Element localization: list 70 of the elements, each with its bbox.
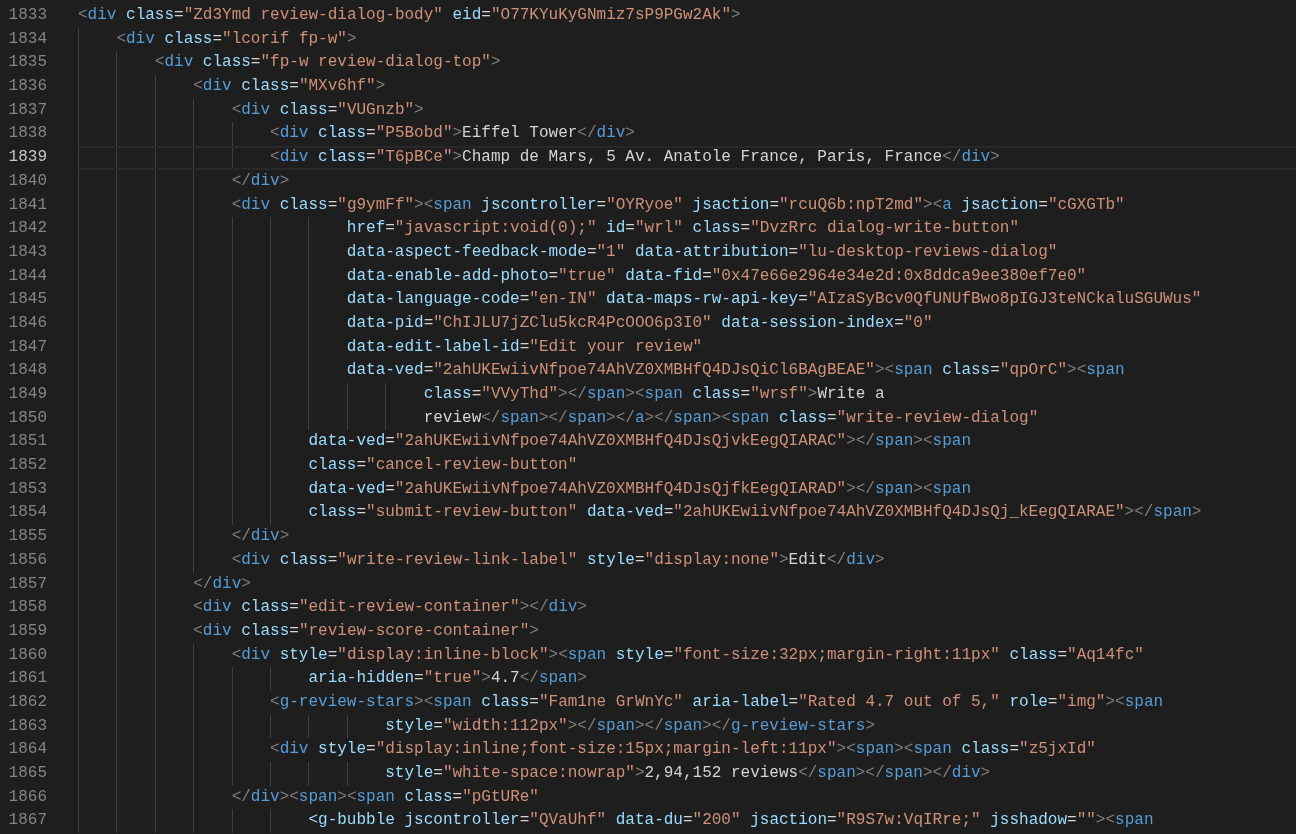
- code-line: </div><span><span class="pGtURe": [78, 785, 1296, 810]
- code-line: review</span></span></a></span><span class="write-review-dialog": [78, 406, 1296, 431]
- line-number: 1853: [7, 478, 47, 500]
- line-number: 1864: [7, 739, 47, 761]
- code-line: <div class="edit-review-container"></div>: [78, 596, 1296, 620]
- code-line: </div>: [78, 525, 1296, 549]
- line-number: 1866: [7, 786, 47, 808]
- code-line: </div>: [78, 572, 1296, 597]
- line-number: 1835: [7, 52, 47, 74]
- line-number: 1862: [7, 691, 47, 713]
- line-number: 1854: [7, 502, 47, 524]
- code-line: data-enable-add-photo="true" data-fid="0x47e66e2964e34e2d:0x8ddca9ee380ef7e0": [78, 264, 1296, 289]
- code-line: data-language-code="en-IN" data-maps-rw-api-key="AIzaSyBcv0QfUNUfBwo8pIGJ3teNCkaluSGUWus": [78, 288, 1296, 312]
- code-line: <div class="g9ymFf"><span jscontroller="OYRyoe" jsaction="rcuQ6b:npT2md"><a jsaction="cGXGTb": [78, 193, 1296, 218]
- code-line: <div class="P5Bobd">Eiffel Tower</div>: [78, 122, 1296, 147]
- code-line: <div class="VUGnzb">: [78, 98, 1296, 123]
- code-line: <div style="display:inline;font-size:15px;margin-left:11px"><span><span class="z5jxId": [78, 738, 1296, 762]
- line-number: 1867: [7, 810, 47, 832]
- code-line: data-pid="ChIJLU7jZClu5kcR4PcOOO6p3I0" data-session-index="0": [78, 311, 1296, 336]
- line-number: 1843: [7, 241, 47, 263]
- line-number: 1859: [7, 620, 47, 642]
- code-line: data-aspect-feedback-mode="1" data-attribution="lu-desktop-reviews-dialog": [78, 240, 1296, 265]
- code-line: <div class="lcorif fp-w">: [78, 27, 1296, 52]
- line-number: 1838: [7, 123, 47, 145]
- line-number: 1840: [7, 170, 47, 192]
- code-line: aria-hidden="true">4.7</span>: [78, 667, 1296, 691]
- line-number: 1847: [7, 336, 47, 358]
- line-number: 1833: [7, 5, 47, 26]
- code-line: style="width:112px"></span></span></g-review-stars>: [78, 714, 1296, 739]
- line-number: 1855: [7, 526, 47, 548]
- line-number: 1845: [7, 289, 47, 311]
- code-line: data-edit-label-id="Edit your review": [78, 335, 1296, 360]
- code-line: data-ved="2ahUKEwiivNfpoe74AhVZ0XMBHfQ4DJsQjfkEegQIARAD"></span><span: [78, 477, 1296, 502]
- line-number: 1846: [7, 312, 47, 334]
- code-line: <g-review-stars><span class="Fam1ne GrWnYc" aria-label="Rated 4.7 out of 5," role="img"><span: [78, 690, 1296, 715]
- line-number: 1858: [7, 597, 47, 619]
- line-number: 1836: [7, 76, 47, 98]
- code-line: class="VVyThd"></span><span class="wrsf">Write a: [78, 383, 1296, 407]
- code-line: </div>: [78, 169, 1296, 194]
- line-number: 1856: [7, 549, 47, 571]
- code-line: data-ved="2ahUKEwiivNfpoe74AhVZ0XMBHfQ4DJsQjvkEegQIARAC"></span><span: [78, 430, 1296, 455]
- code-line: <div class="T6pBCe">Champ de Mars, 5 Av. Anatole France, Paris, France</div>: [78, 146, 1296, 170]
- line-number: 1861: [7, 668, 47, 690]
- line-number: 1841: [7, 194, 47, 216]
- line-number: 1849: [7, 384, 47, 405]
- code-line: data-ved="2ahUKEwiivNfpoe74AhVZ0XMBHfQ4DJsQiCl6BAgBEAE"><span class="qpOrC"><span: [78, 359, 1296, 383]
- code-line: <g-bubble jscontroller="QVaUhf" data-du="200" jsaction="R9S7w:VqIRre;" jsshadow=""><span: [78, 809, 1296, 834]
- line-number: 1844: [7, 265, 47, 287]
- line-number: 1860: [7, 644, 47, 666]
- code-line: <div class="write-review-link-label" style="display:none">Edit</div>: [78, 548, 1296, 573]
- line-number: 1852: [7, 455, 47, 477]
- code-line: href="javascript:void(0);" id="wrl" class="DvzRrc dialog-write-button": [78, 217, 1296, 241]
- line-number: 1842: [7, 218, 47, 240]
- line-number: 1848: [7, 360, 47, 382]
- code-line: <div class="Zd3Ymd review-dialog-body" eid="O77KYuKyGNmiz7sP9PGw2Ak">: [78, 5, 742, 26]
- code-line: <div style="display:inline-block"><span style="font-size:32px;margin-right:11px" class="Aq14fc": [78, 643, 1296, 668]
- code-line: style="white-space:nowrap">2,94,152 reviews</span></span></div>: [78, 762, 1296, 786]
- code-line: class="cancel-review-button": [78, 454, 1296, 478]
- line-number: 1851: [7, 431, 47, 453]
- line-number: 1863: [7, 715, 47, 737]
- code-line: class="submit-review-button" data-ved="2ahUKEwiivNfpoe74AhVZ0XMBHfQ4DJsQj_kEegQIARAE"></span>: [78, 501, 1296, 526]
- code-line: <div class="MXv6hf">: [78, 75, 1296, 99]
- line-number: 1865: [7, 763, 47, 784]
- line-number: 1850: [7, 407, 47, 429]
- code-line: <div class="review-score-container">: [78, 619, 1296, 644]
- code-line: <div class="fp-w review-dialog-top">: [78, 51, 1296, 76]
- line-number: 1857: [7, 573, 47, 595]
- line-number: 1837: [7, 99, 47, 121]
- line-number: 1834: [7, 28, 47, 50]
- line-number: 1839: [7, 147, 47, 169]
